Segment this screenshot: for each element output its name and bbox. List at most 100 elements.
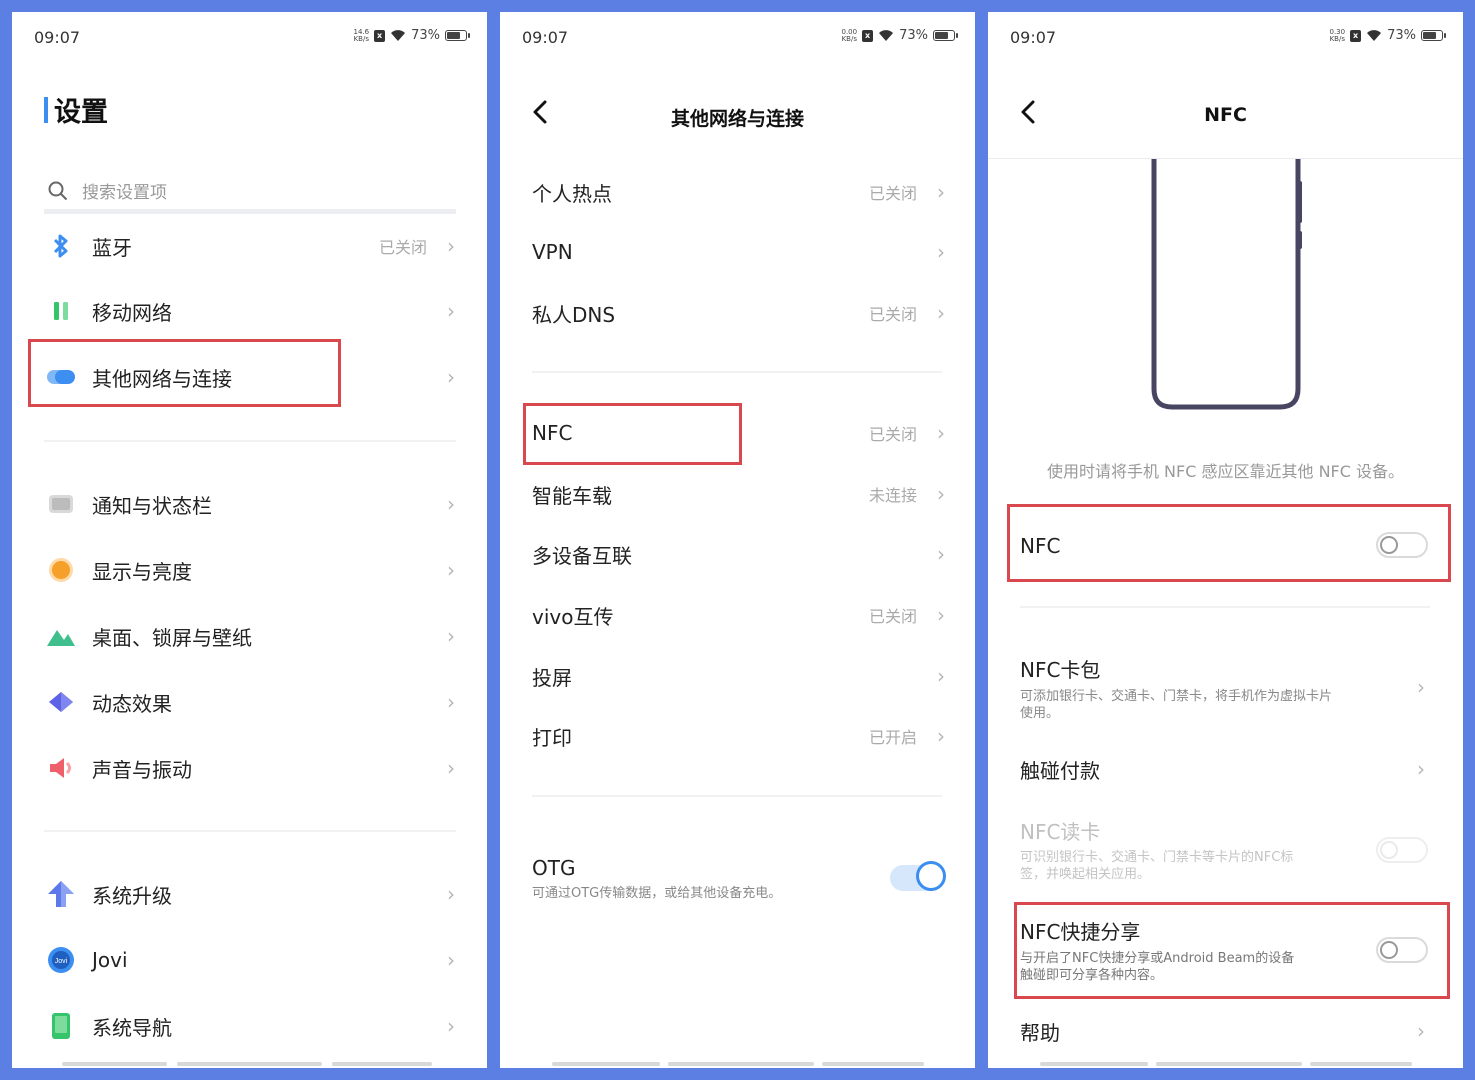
- notification-icon: [46, 489, 76, 519]
- settings-panel: 09:07 14.6 KB/s x 73% 设置 搜索设置项 蓝牙 已关闭 › 移…: [12, 12, 487, 1068]
- settings-item-system-upgrade[interactable]: 系统升级 ›: [12, 878, 487, 910]
- settings-item-mobile-network[interactable]: 移动网络 ›: [12, 295, 487, 327]
- chevron-right-icon: ›: [447, 882, 455, 906]
- search-input[interactable]: 搜索设置项: [44, 172, 456, 214]
- nfc-card-reader-description: 可识别银行卡、交通卡、门禁卡等卡片的NFC标 签，并唤起相关应用。: [1020, 850, 1294, 882]
- divider: [44, 830, 456, 832]
- jovi-icon: Jovi: [46, 945, 76, 975]
- scroll-indicator: [62, 1062, 167, 1066]
- chevron-right-icon: ›: [447, 234, 455, 258]
- chevron-right-icon: ›: [937, 180, 945, 204]
- list-item-cast[interactable]: 投屏 ›: [500, 660, 975, 692]
- scroll-indicator: [822, 1062, 924, 1066]
- wifi-icon: [1367, 30, 1382, 41]
- settings-item-system-nav[interactable]: 系统导航 ›: [12, 1010, 487, 1042]
- chevron-right-icon: ›: [937, 301, 945, 325]
- status-time: 09:07: [34, 28, 81, 47]
- nav-header: NFC: [988, 82, 1463, 142]
- page-title: 设置: [44, 90, 108, 129]
- nfc-wallet-description: 可添加银行卡、交通卡、门禁卡，将手机作为虚拟卡片 使用。: [1020, 689, 1333, 721]
- highlight-box: [1007, 504, 1451, 582]
- otg-description: 可通过OTG传输数据，或给其他设备充电。: [532, 886, 782, 901]
- settings-item-display[interactable]: 显示与亮度 ›: [12, 554, 487, 586]
- divider: [532, 795, 942, 797]
- chevron-right-icon: ›: [447, 1014, 455, 1038]
- settings-item-jovi[interactable]: Jovi Jovi ›: [12, 944, 487, 976]
- chevron-right-icon: ›: [937, 603, 945, 627]
- display-icon: [46, 555, 76, 585]
- otg-toggle[interactable]: [890, 861, 946, 891]
- chevron-right-icon: ›: [937, 482, 945, 506]
- chevron-right-icon: ›: [937, 421, 945, 445]
- chevron-right-icon: ›: [447, 690, 455, 714]
- chevron-right-icon: ›: [1417, 1019, 1425, 1043]
- scroll-indicator: [1156, 1062, 1302, 1066]
- network-speed: 0.30 KB/s: [1329, 27, 1346, 43]
- nav-header: 其他网络与连接: [500, 82, 975, 142]
- list-item-hotspot[interactable]: 个人热点 已关闭 ›: [500, 176, 975, 208]
- battery-percent: 73%: [899, 28, 928, 43]
- page-title: 其他网络与连接: [670, 108, 804, 130]
- chevron-right-icon: ›: [447, 948, 455, 972]
- chevron-right-icon: ›: [447, 624, 455, 648]
- system-nav-icon: [46, 1011, 76, 1041]
- scroll-indicator: [552, 1062, 660, 1066]
- battery-icon: [933, 30, 958, 41]
- nfc-wallet-item[interactable]: NFC卡包 ›: [988, 653, 1463, 700]
- chevron-right-icon: ›: [937, 542, 945, 566]
- status-bar-right: 14.6 KB/s x 73%: [353, 27, 470, 43]
- chevron-right-icon: ›: [447, 558, 455, 582]
- scroll-indicator: [332, 1062, 432, 1066]
- highlight-box: [1014, 902, 1450, 999]
- divider: [1020, 606, 1430, 608]
- chevron-right-icon: ›: [1417, 757, 1425, 781]
- sim-icon: x: [862, 29, 874, 42]
- other-connections-panel: 09:07 0.00 KB/s x 73% 其他网络与连接 个人热点 已关闭 › …: [500, 12, 975, 1068]
- nfc-hint: 使用时请将手机 NFC 感应区靠近其他 NFC 设备。: [1046, 462, 1405, 481]
- bluetooth-icon: [46, 231, 76, 261]
- wallpaper-icon: [46, 621, 76, 651]
- nfc-card-reader-toggle: [1376, 837, 1428, 863]
- dynamic-effects-icon: [46, 687, 76, 717]
- chevron-right-icon: ›: [937, 724, 945, 748]
- settings-item-wallpaper[interactable]: 桌面、锁屏与壁纸 ›: [12, 620, 487, 652]
- highlight-box: [28, 339, 341, 407]
- status-bar-right: 0.30 KB/s x 73%: [1329, 27, 1446, 43]
- help-item[interactable]: 帮助 ›: [988, 1015, 1463, 1047]
- status-bar-right: 0.00 KB/s x 73%: [841, 27, 958, 43]
- battery-icon: [445, 30, 470, 41]
- battery-icon: [1421, 30, 1446, 41]
- list-item-private-dns[interactable]: 私人DNS 已关闭 ›: [500, 297, 975, 329]
- sound-icon: [46, 753, 76, 783]
- list-item-vivo-share[interactable]: vivo互传 已关闭 ›: [500, 599, 975, 631]
- chevron-right-icon: ›: [447, 492, 455, 516]
- wifi-icon: [391, 30, 406, 41]
- highlight-box: [523, 403, 742, 465]
- list-item-multi-device[interactable]: 多设备互联 ›: [500, 538, 975, 570]
- chevron-right-icon: ›: [937, 664, 945, 688]
- scroll-indicator: [1040, 1062, 1148, 1066]
- settings-item-bluetooth[interactable]: 蓝牙 已关闭 ›: [12, 230, 487, 262]
- chevron-right-icon: ›: [937, 240, 945, 264]
- chevron-right-icon: ›: [447, 365, 455, 389]
- network-speed: 0.00 KB/s: [841, 27, 858, 43]
- search-icon: [48, 181, 68, 200]
- list-item-print[interactable]: 打印 已开启 ›: [500, 720, 975, 752]
- settings-item-dynamic-effects[interactable]: 动态效果 ›: [12, 686, 487, 718]
- tap-pay-item[interactable]: 触碰付款 ›: [988, 753, 1463, 785]
- divider: [532, 371, 942, 373]
- scroll-indicator: [668, 1062, 814, 1066]
- list-item-vpn[interactable]: VPN ›: [500, 236, 975, 268]
- settings-item-sound[interactable]: 声音与振动 ›: [12, 752, 487, 784]
- divider: [44, 440, 456, 442]
- status-time: 09:07: [1010, 28, 1057, 47]
- scroll-indicator: [177, 1062, 322, 1066]
- settings-item-notification[interactable]: 通知与状态栏 ›: [12, 488, 487, 520]
- list-item-car[interactable]: 智能车载 未连接 ›: [500, 478, 975, 510]
- svg-text:Jovi: Jovi: [55, 958, 68, 965]
- page-title: NFC: [1204, 104, 1247, 126]
- sim-icon: x: [374, 29, 386, 42]
- nfc-panel: 09:07 0.30 KB/s x 73% NFC 使用时请将手机 NFC 感应区…: [988, 12, 1463, 1068]
- system-upgrade-icon: [46, 879, 76, 909]
- network-speed: 14.6 KB/s: [353, 27, 370, 43]
